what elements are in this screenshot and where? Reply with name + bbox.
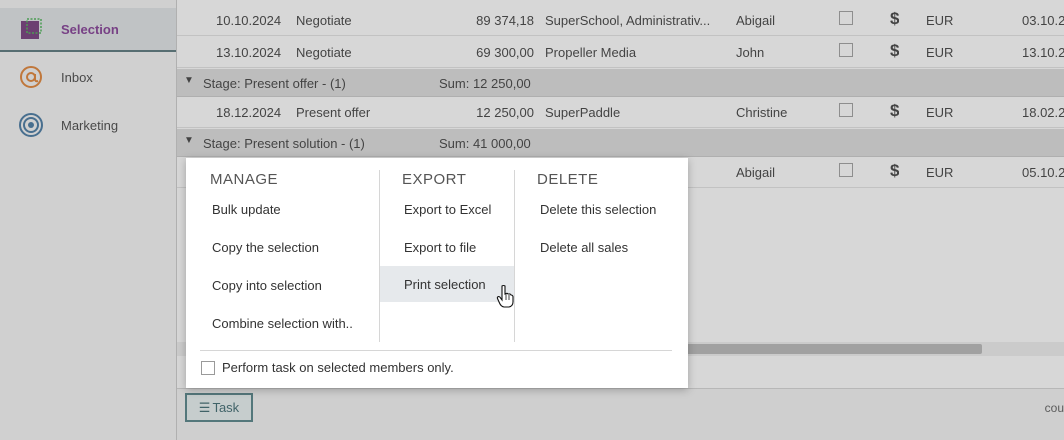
menu-divider	[200, 350, 672, 351]
perform-selected-checkbox[interactable]	[201, 360, 215, 375]
export-heading: EXPORT	[402, 171, 467, 188]
menu-item-combine-selection[interactable]: Combine selection with..	[204, 305, 374, 341]
menu-item-delete-all-sales[interactable]: Delete all sales	[532, 229, 682, 265]
hand-pointer-cursor-icon	[496, 284, 514, 311]
column-divider	[379, 170, 380, 342]
manage-heading: MANAGE	[210, 171, 279, 188]
perform-selected-only-option[interactable]: Perform task on selected members only.	[201, 360, 454, 375]
menu-item-bulk-update[interactable]: Bulk update	[204, 191, 374, 227]
column-divider	[514, 170, 515, 342]
task-menu-popup: MANAGE Bulk update Copy the selection Co…	[186, 158, 688, 388]
menu-item-delete-selection[interactable]: Delete this selection	[532, 191, 682, 227]
menu-item-copy-selection[interactable]: Copy the selection	[204, 229, 374, 265]
menu-item-print-selection[interactable]: Print selection	[380, 266, 514, 302]
menu-item-export-file[interactable]: Export to file	[396, 229, 514, 265]
perform-selected-label: Perform task on selected members only.	[222, 360, 454, 375]
menu-item-copy-into-selection[interactable]: Copy into selection	[204, 267, 374, 303]
menu-item-export-excel[interactable]: Export to Excel	[396, 191, 514, 227]
delete-heading: DELETE	[537, 171, 599, 188]
